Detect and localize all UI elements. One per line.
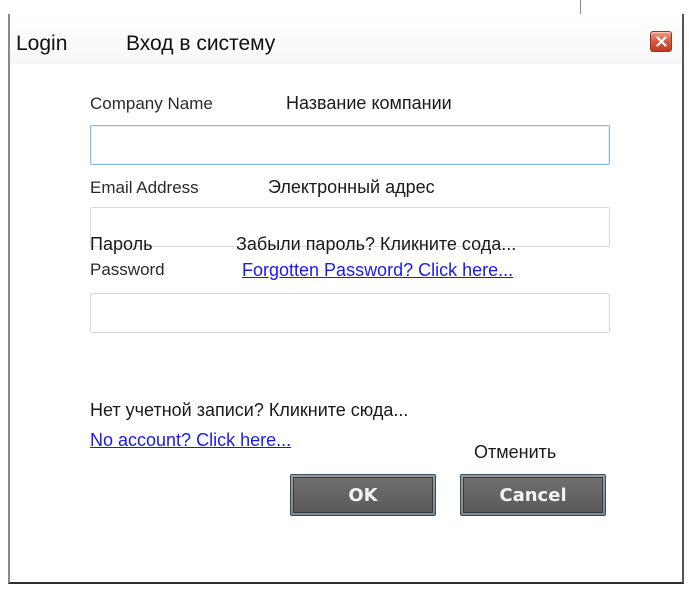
background-divider <box>580 0 581 14</box>
ok-button[interactable]: OK <box>290 474 436 516</box>
window-title-en: Login <box>16 32 68 55</box>
cancel-label-ru: Отменить <box>474 442 557 462</box>
no-account-text-ru: Нет учетной записи? Кликните сюда... <box>90 400 409 420</box>
screen: Login Вход в систему Company Name Назван… <box>0 0 689 594</box>
company-name-label-ru: Название компании <box>286 93 452 113</box>
close-icon <box>656 36 667 47</box>
cancel-button[interactable]: Cancel <box>460 474 606 516</box>
window-title-ru: Вход в систему <box>126 32 276 55</box>
password-label-ru: Пароль <box>90 234 153 254</box>
close-button[interactable] <box>650 31 672 52</box>
company-name-input[interactable] <box>90 125 610 165</box>
company-name-label: Company Name <box>90 94 213 113</box>
login-dialog: Login Вход в систему Company Name Назван… <box>8 14 684 584</box>
password-input[interactable] <box>90 293 610 333</box>
forgot-password-link[interactable]: Forgotten Password? Click here... <box>242 260 513 281</box>
email-address-label-ru: Электронный адрес <box>268 177 435 197</box>
cancel-button-label: Cancel <box>463 477 603 513</box>
title-bar[interactable]: Login Вход в систему <box>10 14 682 64</box>
email-address-label: Email Address <box>90 178 199 197</box>
password-label: Password <box>90 260 165 279</box>
forgot-password-text-ru: Забыли пароль? Кликните сода... <box>236 234 517 254</box>
ok-button-label: OK <box>293 477 433 513</box>
no-account-link[interactable]: No account? Click here... <box>90 430 291 451</box>
